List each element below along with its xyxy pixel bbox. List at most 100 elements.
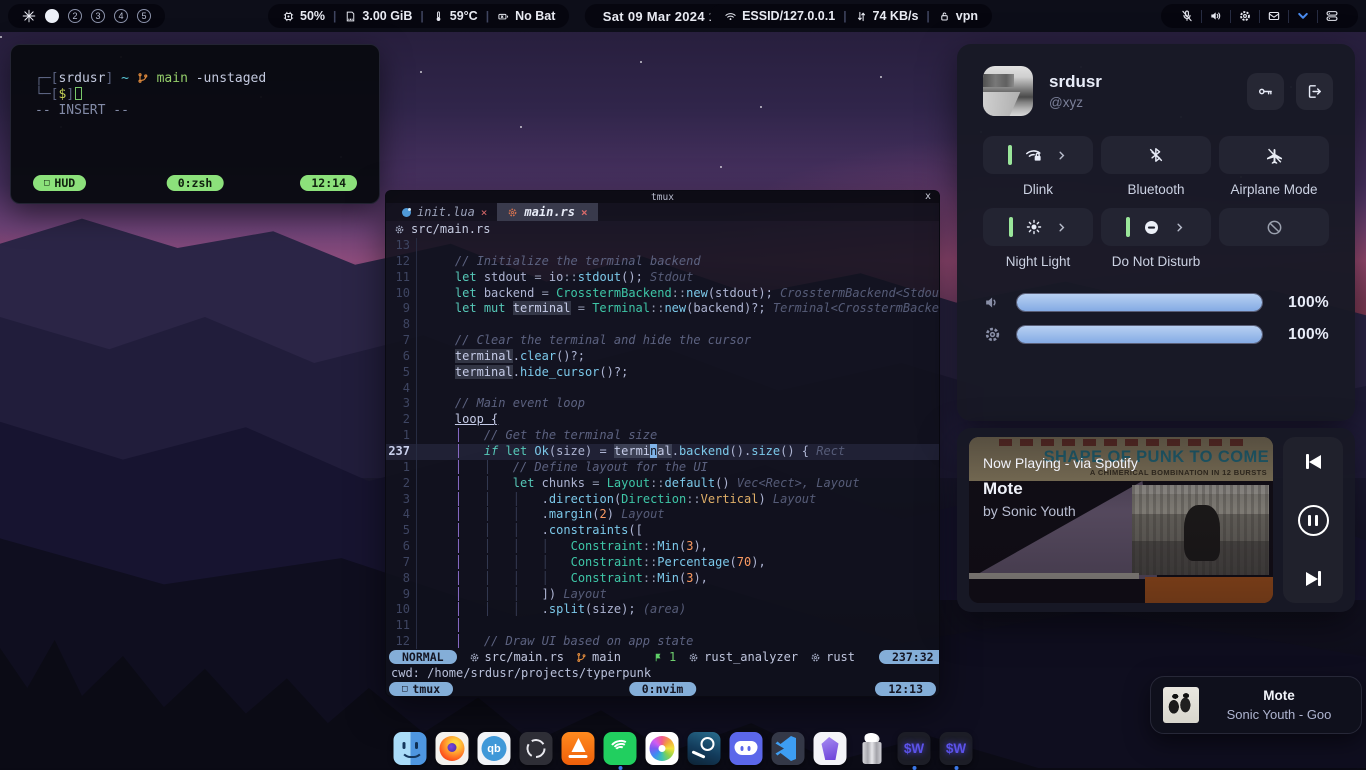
code-line[interactable]: 7 │ │ │ │ Constraint::Percentage(70), bbox=[386, 555, 939, 571]
code-line[interactable]: 1 │ │ // Define layout for the UI bbox=[386, 460, 939, 476]
code-line[interactable]: 12 // Initialize the terminal backend bbox=[386, 254, 939, 270]
media-notification[interactable]: Mote Sonic Youth - Goo bbox=[1150, 676, 1362, 734]
systray-pill bbox=[1161, 4, 1358, 28]
battery-widget[interactable]: No Bat bbox=[497, 9, 555, 23]
code-line[interactable]: 5 │ │ │ .constraints([ bbox=[386, 523, 939, 539]
dock-vscode[interactable] bbox=[772, 732, 805, 765]
dock-obsidian[interactable] bbox=[814, 732, 847, 765]
code-line[interactable]: 5 terminal.hide_cursor()?; bbox=[386, 365, 939, 381]
toggle-airplane-mode[interactable] bbox=[1219, 136, 1329, 174]
dock-steam[interactable] bbox=[688, 732, 721, 765]
settings-gear-icon[interactable] bbox=[1231, 9, 1259, 23]
code-line[interactable]: 8 │ │ │ │ Constraint::Min(3), bbox=[386, 571, 939, 587]
mail-icon[interactable] bbox=[1260, 9, 1288, 23]
chevron-right-icon[interactable] bbox=[1055, 149, 1068, 162]
chevron-down-icon[interactable] bbox=[1289, 9, 1317, 23]
previous-track-button[interactable] bbox=[1306, 454, 1321, 469]
statusline-file: src/main.rs bbox=[469, 650, 564, 664]
wifi-widget[interactable]: ESSID/127.0.0.1 bbox=[724, 9, 835, 23]
dock-firefox[interactable] bbox=[436, 732, 469, 765]
next-track-button[interactable] bbox=[1306, 571, 1321, 586]
dock-spotify[interactable] bbox=[604, 732, 637, 765]
minus-circle-icon bbox=[1142, 218, 1161, 237]
tmux-session-badge[interactable]: □tmux bbox=[389, 682, 453, 696]
code-line[interactable]: 2 │ │ let chunks = Layout::default() Vec… bbox=[386, 476, 939, 492]
code-line[interactable]: 12 │ // Draw UI based on app state bbox=[386, 634, 939, 649]
dock-photos[interactable] bbox=[646, 732, 679, 765]
tab-init-lua[interactable]: init.lua × bbox=[392, 203, 497, 221]
tab-close-icon[interactable]: × bbox=[481, 206, 488, 219]
tab-close-icon[interactable]: × bbox=[581, 206, 588, 219]
code-line[interactable]: 10 let backend = CrosstermBackend::new(s… bbox=[386, 286, 939, 302]
toggle-night-light[interactable] bbox=[983, 208, 1093, 246]
notification-body: Sonic Youth - Goo bbox=[1209, 707, 1349, 722]
chevron-right-icon[interactable] bbox=[1173, 221, 1186, 234]
brightness-slider[interactable] bbox=[1016, 325, 1263, 344]
code-line[interactable]: 11 let stdout = io::stdout(); Stdout bbox=[386, 270, 939, 286]
volume-slider-row: 100% bbox=[957, 293, 1355, 312]
code-line[interactable]: 2 loop { bbox=[386, 412, 939, 428]
code-line[interactable]: 10 │ │ │ .split(size); (area) bbox=[386, 602, 939, 618]
dock-layout-icon[interactable] bbox=[1318, 9, 1346, 23]
code-line[interactable]: 4 bbox=[386, 381, 939, 397]
code-line[interactable]: 7 // Clear the terminal and hide the cur… bbox=[386, 333, 939, 349]
prompt-line-2[interactable]: └─[$] bbox=[35, 87, 82, 102]
workspace-3[interactable]: 3 bbox=[91, 9, 105, 23]
dock-file-manager[interactable] bbox=[394, 732, 427, 765]
dock-wallet-2[interactable]: $W bbox=[940, 732, 973, 765]
window-close-button[interactable]: x bbox=[925, 191, 931, 202]
microphone-muted-icon[interactable] bbox=[1173, 9, 1201, 23]
brightness-slider-row: 100% bbox=[957, 325, 1355, 344]
code-line[interactable]: 11 │ bbox=[386, 618, 939, 634]
code-line[interactable]: 9 let mut terminal = Terminal::new(backe… bbox=[386, 301, 939, 317]
toggle-bluetooth[interactable] bbox=[1101, 136, 1211, 174]
tab-main-rs[interactable]: main.rs × bbox=[497, 203, 597, 221]
code-line[interactable]: 8 bbox=[386, 317, 939, 333]
vpn-widget[interactable]: vpn bbox=[938, 9, 978, 23]
editor-window[interactable]: tmux x init.lua × main.rs × src/main.rs … bbox=[385, 190, 940, 697]
dock-discord[interactable] bbox=[730, 732, 763, 765]
toggle-dlink[interactable] bbox=[983, 136, 1093, 174]
distro-logo-icon[interactable] bbox=[22, 9, 36, 23]
network-speed-widget[interactable]: 74 KB/s bbox=[855, 9, 919, 23]
memory-widget[interactable]: 3.00 GiB bbox=[344, 9, 412, 23]
code-line[interactable]: 237 │ if let Ok(size) = terminal.backend… bbox=[386, 444, 939, 460]
dock-obs[interactable] bbox=[520, 732, 553, 765]
tmux-window-badge[interactable]: 0:nvim bbox=[629, 682, 697, 696]
code-line[interactable]: 9 │ │ │ ]) Layout bbox=[386, 587, 939, 603]
code-line[interactable]: 6 │ │ │ │ Constraint::Min(3), bbox=[386, 539, 939, 555]
toggle-do-not-disturb[interactable] bbox=[1101, 208, 1211, 246]
dock-qbittorrent[interactable]: qb bbox=[478, 732, 511, 765]
profile-row: srdusr @xyz bbox=[957, 44, 1355, 116]
code-line[interactable]: 1 │ // Get the terminal size bbox=[386, 428, 939, 444]
temperature-widget[interactable]: 59°C bbox=[432, 9, 478, 23]
code-line[interactable]: 3 │ │ │ .direction(Direction::Vertical) … bbox=[386, 492, 939, 508]
volume-slider[interactable] bbox=[1016, 293, 1263, 312]
code-area[interactable]: 1312 // Initialize the terminal backend1… bbox=[386, 237, 939, 649]
workspace-5[interactable]: 5 bbox=[137, 9, 151, 23]
workspace-1[interactable]: 1 bbox=[45, 9, 59, 23]
cpu-widget[interactable]: 50% bbox=[282, 9, 325, 23]
window-titlebar[interactable]: tmux x bbox=[386, 191, 939, 203]
pause-button[interactable] bbox=[1298, 505, 1329, 536]
speaker-icon[interactable] bbox=[1202, 9, 1230, 23]
sun-icon bbox=[1025, 218, 1043, 236]
code-line[interactable]: 13 bbox=[386, 238, 939, 254]
code-line[interactable]: 4 │ │ │ .margin(2) Layout bbox=[386, 507, 939, 523]
dock-wallet-1[interactable]: $W bbox=[898, 732, 931, 765]
code-line[interactable]: 3 // Main event loop bbox=[386, 396, 939, 412]
dock-vlc[interactable] bbox=[562, 732, 595, 765]
workspace-4[interactable]: 4 bbox=[114, 9, 128, 23]
workspace-2[interactable]: 2 bbox=[68, 9, 82, 23]
tmux-window-badge[interactable]: 0:zsh bbox=[167, 175, 224, 191]
cursor-position-pill: 237:32 bbox=[879, 650, 940, 664]
dock: qb $W $W bbox=[394, 732, 973, 765]
password-key-button[interactable] bbox=[1247, 73, 1284, 110]
tmux-session-badge[interactable]: □HUD bbox=[33, 175, 86, 191]
dock-trash[interactable] bbox=[856, 732, 889, 765]
terminal-window[interactable]: ┌─[srdusr] ~ main -unstaged └─[$] -- INS… bbox=[10, 44, 380, 204]
toggle-blocked[interactable] bbox=[1219, 208, 1329, 246]
logout-button[interactable] bbox=[1296, 73, 1333, 110]
code-line[interactable]: 6 terminal.clear()?; bbox=[386, 349, 939, 365]
chevron-right-icon[interactable] bbox=[1055, 221, 1068, 234]
